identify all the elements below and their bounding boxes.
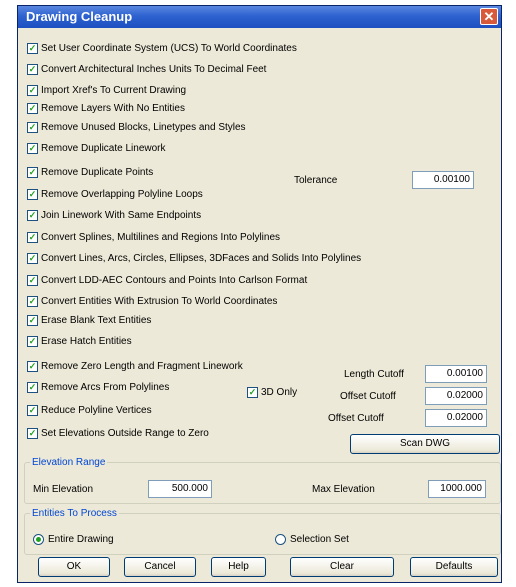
option-3[interactable]: ✓ Import Xref's To Current Drawing — [27, 82, 186, 98]
offset-cutoff-arcs-input[interactable]: 0.02000 — [425, 387, 487, 405]
option-label: Remove Arcs From Polylines — [41, 381, 170, 393]
window-title: Drawing Cleanup — [26, 9, 133, 24]
entire-drawing-radio-dot[interactable] — [33, 533, 44, 545]
option-checkbox[interactable]: ✓ — [27, 142, 38, 154]
cancel-button[interactable]: Cancel — [124, 557, 196, 577]
defaults-button[interactable]: Defaults — [410, 557, 498, 577]
scan-dwg-button[interactable]: Scan DWG — [350, 434, 500, 454]
option-checkbox[interactable]: ✓ — [27, 102, 38, 114]
option-12[interactable]: ✓ Convert LDD-AEC Contours and Points Int… — [27, 272, 307, 288]
option-17[interactable]: ✓ Remove Arcs From Polylines — [27, 379, 169, 395]
option-checkbox[interactable]: ✓ — [27, 314, 38, 326]
offset-cutoff-arcs-label: Offset Cutoff — [340, 391, 396, 402]
option-18[interactable]: ✓ Reduce Polyline Vertices — [27, 402, 152, 418]
option-checkbox[interactable]: ✓ — [27, 427, 38, 439]
option-label: Remove Duplicate Linework — [41, 142, 166, 154]
selection-set-radio-dot[interactable] — [275, 533, 286, 545]
option-checkbox[interactable]: ✓ — [27, 63, 38, 75]
option-label: Join Linework With Same Endpoints — [41, 209, 202, 221]
option-16[interactable]: ✓ Remove Zero Length and Fragment Linewor… — [27, 358, 243, 374]
option-checkbox[interactable]: ✓ — [27, 252, 38, 264]
entities-to-process-title: Entities To Process — [30, 508, 119, 519]
tolerance-label: Tolerance — [294, 175, 338, 186]
length-cutoff-input[interactable]: 0.00100 — [425, 365, 487, 383]
option-label: Remove Unused Blocks, Linetypes and Styl… — [41, 121, 246, 133]
option-checkbox[interactable]: ✓ — [27, 231, 38, 243]
option-1[interactable]: ✓ Set User Coordinate System (UCS) To Wor… — [27, 40, 297, 56]
help-button[interactable]: Help — [211, 557, 266, 577]
offset-cutoff-vertices-label: Offset Cutoff — [328, 413, 384, 424]
min-elevation-label: Min Elevation — [33, 484, 94, 495]
three-d-only-label: 3D Only — [261, 386, 298, 398]
three-d-only-checkbox[interactable]: ✓ 3D Only — [247, 384, 297, 400]
option-label: Convert LDD-AEC Contours and Points Into… — [41, 274, 308, 286]
title-bar[interactable]: Drawing Cleanup ✕ — [18, 6, 501, 28]
option-9[interactable]: ✓ Join Linework With Same Endpoints — [27, 207, 201, 223]
option-7[interactable]: ✓ Remove Duplicate Points — [27, 164, 153, 180]
option-6[interactable]: ✓ Remove Duplicate Linework — [27, 140, 166, 156]
option-14[interactable]: ✓ Erase Blank Text Entities — [27, 312, 151, 328]
option-checkbox[interactable]: ✓ — [27, 404, 38, 416]
elevation-range-title: Elevation Range — [30, 457, 108, 468]
option-label: Erase Blank Text Entities — [41, 314, 152, 326]
option-label: Reduce Polyline Vertices — [41, 404, 152, 416]
close-button[interactable]: ✕ — [480, 8, 498, 25]
option-label: Remove Layers With No Entities — [41, 102, 185, 114]
option-19[interactable]: ✓ Set Elevations Outside Range to Zero — [27, 425, 209, 441]
option-10[interactable]: ✓ Convert Splines, Multilines and Regions… — [27, 229, 280, 245]
entire-drawing-label: Entire Drawing — [48, 533, 114, 545]
clear-button[interactable]: Clear — [290, 557, 394, 577]
option-checkbox[interactable]: ✓ — [27, 295, 38, 307]
option-11[interactable]: ✓ Convert Lines, Arcs, Circles, Ellipses,… — [27, 250, 361, 266]
offset-cutoff-vertices-input[interactable]: 0.02000 — [425, 409, 487, 427]
drawing-cleanup-dialog: Drawing Cleanup ✕ ✓ Set User Coordinate S… — [17, 5, 502, 583]
selection-set-radio[interactable]: Selection Set — [275, 531, 349, 547]
option-label: Convert Lines, Arcs, Circles, Ellipses, … — [41, 252, 362, 264]
option-checkbox[interactable]: ✓ — [27, 84, 38, 96]
min-elevation-input[interactable]: 500.000 — [148, 480, 212, 498]
selection-set-label: Selection Set — [290, 533, 349, 545]
option-4[interactable]: ✓ Remove Layers With No Entities — [27, 100, 185, 116]
option-5[interactable]: ✓ Remove Unused Blocks, Linetypes and Sty… — [27, 119, 246, 135]
option-checkbox[interactable]: ✓ — [27, 381, 38, 393]
three-d-only-check-box[interactable]: ✓ — [247, 386, 258, 398]
option-checkbox[interactable]: ✓ — [27, 209, 38, 221]
option-checkbox[interactable]: ✓ — [27, 360, 38, 372]
tolerance-input[interactable]: 0.00100 — [412, 171, 474, 189]
option-label: Remove Zero Length and Fragment Linework — [41, 360, 243, 372]
option-label: Erase Hatch Entities — [41, 335, 132, 347]
length-cutoff-label: Length Cutoff — [344, 369, 404, 380]
option-13[interactable]: ✓ Convert Entities With Extrusion To Worl… — [27, 293, 277, 309]
option-2[interactable]: ✓ Convert Architectural Inches Units To D… — [27, 61, 266, 77]
option-label: Remove Duplicate Points — [41, 166, 154, 178]
option-checkbox[interactable]: ✓ — [27, 42, 38, 54]
option-label: Set User Coordinate System (UCS) To Worl… — [41, 42, 297, 54]
option-8[interactable]: ✓ Remove Overlapping Polyline Loops — [27, 186, 203, 202]
option-15[interactable]: ✓ Erase Hatch Entities — [27, 333, 132, 349]
option-label: Set Elevations Outside Range to Zero — [41, 427, 209, 439]
option-checkbox[interactable]: ✓ — [27, 188, 38, 200]
option-label: Convert Entities With Extrusion To World… — [41, 295, 278, 307]
option-checkbox[interactable]: ✓ — [27, 335, 38, 347]
option-label: Convert Architectural Inches Units To De… — [41, 63, 267, 75]
option-checkbox[interactable]: ✓ — [27, 274, 38, 286]
max-elevation-label: Max Elevation — [312, 484, 375, 495]
option-label: Convert Splines, Multilines and Regions … — [41, 231, 281, 243]
option-checkbox[interactable]: ✓ — [27, 166, 38, 178]
entire-drawing-radio[interactable]: Entire Drawing — [33, 531, 114, 547]
ok-button[interactable]: OK — [38, 557, 110, 577]
option-label: Import Xref's To Current Drawing — [41, 84, 187, 96]
option-label: Remove Overlapping Polyline Loops — [41, 188, 203, 200]
max-elevation-input[interactable]: 1000.000 — [428, 480, 486, 498]
option-checkbox[interactable]: ✓ — [27, 121, 38, 133]
